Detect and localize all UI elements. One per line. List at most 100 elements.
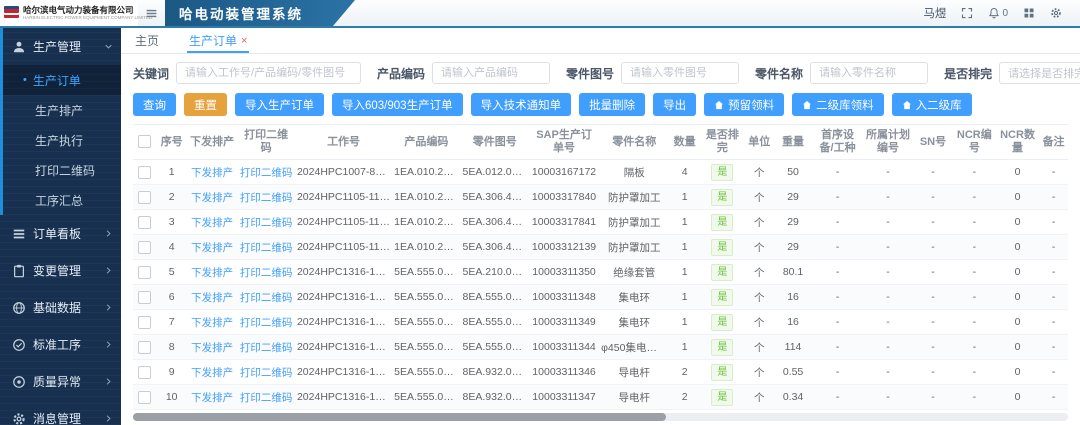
- toolbar-button[interactable]: 预留领料: [704, 93, 784, 116]
- toolbar-button[interactable]: 导入603/903生产订单: [332, 93, 463, 116]
- cell-ncr-qty: 0: [996, 185, 1039, 210]
- dispatch-link[interactable]: 下发排产: [191, 342, 233, 354]
- row-checkbox[interactable]: [138, 241, 151, 254]
- cell-plan-no: -: [863, 285, 913, 310]
- row-checkbox[interactable]: [138, 191, 151, 204]
- cell-sap-no: 10003317840: [529, 185, 599, 210]
- cell-part-name: φ450集电环装配: [599, 335, 669, 360]
- row-checkbox[interactable]: [138, 391, 151, 404]
- dispatch-link[interactable]: 下发排产: [191, 217, 233, 229]
- notification-icon[interactable]: 0: [988, 7, 1008, 19]
- dispatch-link[interactable]: 下发排产: [191, 167, 233, 179]
- row-checkbox[interactable]: [138, 291, 151, 304]
- print-qrcode-link[interactable]: 打印二维码: [240, 292, 293, 304]
- print-qrcode-link[interactable]: 打印二维码: [240, 192, 293, 204]
- filter-select[interactable]: 请选择是否排完: [999, 62, 1080, 84]
- dispatch-link[interactable]: 下发排产: [191, 292, 233, 304]
- sidebar-item[interactable]: 订单看板: [0, 215, 121, 252]
- settings-gear-icon[interactable]: [1050, 7, 1062, 19]
- sidebar-subitem[interactable]: 工序汇总: [0, 185, 121, 215]
- cell-first-device: -: [812, 185, 862, 210]
- cell-remark: -: [1039, 235, 1068, 260]
- cell-print: 打印二维码: [237, 285, 295, 310]
- cell-part-no: 5EA.306.4887: [461, 185, 529, 210]
- tab-active[interactable]: 生产订单×: [187, 28, 249, 53]
- menu-toggle-icon[interactable]: [145, 7, 158, 20]
- sidebar-subitem[interactable]: 打印二维码: [0, 155, 121, 185]
- warehouse-icon: [902, 100, 912, 110]
- row-checkbox[interactable]: [138, 341, 151, 354]
- filter-input[interactable]: [432, 62, 550, 84]
- apps-grid-icon[interactable]: [1023, 7, 1035, 19]
- toolbar-button[interactable]: 批量删除: [579, 93, 645, 116]
- row-checkbox[interactable]: [138, 216, 151, 229]
- sidebar-section: 生产管理•生产订单生产排产生产执行打印二维码工序汇总: [0, 28, 121, 215]
- filter-input[interactable]: [176, 62, 361, 84]
- row-checkbox[interactable]: [138, 316, 151, 329]
- cell-sap-no: 10003311348: [529, 285, 599, 310]
- cell-product-code: 5EA.555.0312: [392, 360, 460, 385]
- cell-remark: -: [1039, 310, 1068, 335]
- toolbar-button[interactable]: 二级库领料: [792, 93, 884, 116]
- table-row: 6下发排产打印二维码2024HPC1316-1833-25EA.555.0312…: [133, 285, 1068, 310]
- sidebar-subitem[interactable]: 生产排产: [0, 95, 121, 125]
- dispatch-link[interactable]: 下发排产: [191, 367, 233, 379]
- dispatch-link[interactable]: 下发排产: [191, 192, 233, 204]
- globe-icon: [12, 301, 26, 315]
- print-qrcode-link[interactable]: 打印二维码: [240, 342, 293, 354]
- toolbar-button[interactable]: 入二级库: [892, 93, 972, 116]
- cell-work-no: 2024HPC1105-1147-3: [295, 210, 392, 235]
- tab-close-icon[interactable]: ×: [241, 36, 247, 46]
- print-qrcode-link[interactable]: 打印二维码: [240, 267, 293, 279]
- filter-input[interactable]: [621, 62, 739, 84]
- sidebar-subitem[interactable]: •生产订单: [0, 65, 121, 95]
- print-qrcode-link[interactable]: 打印二维码: [240, 392, 293, 404]
- print-qrcode-link[interactable]: 打印二维码: [240, 367, 293, 379]
- toolbar-button[interactable]: 重置: [184, 93, 227, 116]
- toolbar-button[interactable]: 导出: [653, 93, 696, 116]
- row-checkbox[interactable]: [138, 166, 151, 179]
- cell-weight: 0.55: [774, 360, 813, 385]
- cell-dispatch: 下发排产: [187, 160, 237, 185]
- print-qrcode-link[interactable]: 打印二维码: [240, 167, 293, 179]
- sidebar-item[interactable]: 基础数据: [0, 289, 121, 326]
- button-label: 重置: [194, 97, 217, 113]
- toolbar-button[interactable]: 导入技术通知单: [471, 93, 572, 116]
- dispatch-link[interactable]: 下发排产: [191, 242, 233, 254]
- cell-dispatch: 下发排产: [187, 385, 237, 410]
- cell-ncr-no: -: [953, 185, 996, 210]
- row-checkbox[interactable]: [138, 266, 151, 279]
- cell-product-code: 1EA.010.2091: [392, 235, 460, 260]
- row-checkbox[interactable]: [138, 366, 151, 379]
- dispatch-link[interactable]: 下发排产: [191, 267, 233, 279]
- sidebar-subitem[interactable]: 生产执行: [0, 125, 121, 155]
- sidebar-item[interactable]: 标准工序: [0, 326, 121, 363]
- cell-work-no: 2024HPC1105-1147-1: [295, 235, 392, 260]
- sidebar-item[interactable]: 质量异常: [0, 363, 121, 400]
- cell-ncr-no: -: [953, 285, 996, 310]
- cell-work-no: 2024HPC1316-1833-2: [295, 385, 392, 410]
- toolbar-button[interactable]: 导入生产订单: [235, 93, 324, 116]
- cell-seq: 6: [156, 285, 187, 310]
- dispatch-link[interactable]: 下发排产: [191, 392, 233, 404]
- tab-item[interactable]: 主页: [133, 28, 161, 53]
- sidebar-item[interactable]: 消息管理: [0, 400, 121, 425]
- select-all-checkbox[interactable]: [138, 135, 151, 148]
- sidebar-item[interactable]: 生产管理: [0, 28, 121, 65]
- sidebar-subitem-label: 打印二维码: [35, 162, 95, 179]
- cell-part-no: 5EA.306.4887: [461, 235, 529, 260]
- toolbar-button[interactable]: 查询: [133, 93, 176, 116]
- print-qrcode-link[interactable]: 打印二维码: [240, 242, 293, 254]
- fullscreen-icon[interactable]: [961, 7, 973, 19]
- horizontal-scrollbar-thumb[interactable]: [133, 413, 666, 421]
- print-qrcode-link[interactable]: 打印二维码: [240, 217, 293, 229]
- cell-plan-no: -: [863, 210, 913, 235]
- dispatch-link[interactable]: 下发排产: [191, 317, 233, 329]
- print-qrcode-link[interactable]: 打印二维码: [240, 317, 293, 329]
- filter-input[interactable]: [810, 62, 928, 84]
- target-icon: [12, 375, 26, 389]
- sidebar-item-label: 订单看板: [33, 225, 104, 242]
- sidebar-item[interactable]: 变更管理: [0, 252, 121, 289]
- user-name[interactable]: 马煜: [923, 5, 946, 21]
- cell-checkbox: [133, 160, 156, 185]
